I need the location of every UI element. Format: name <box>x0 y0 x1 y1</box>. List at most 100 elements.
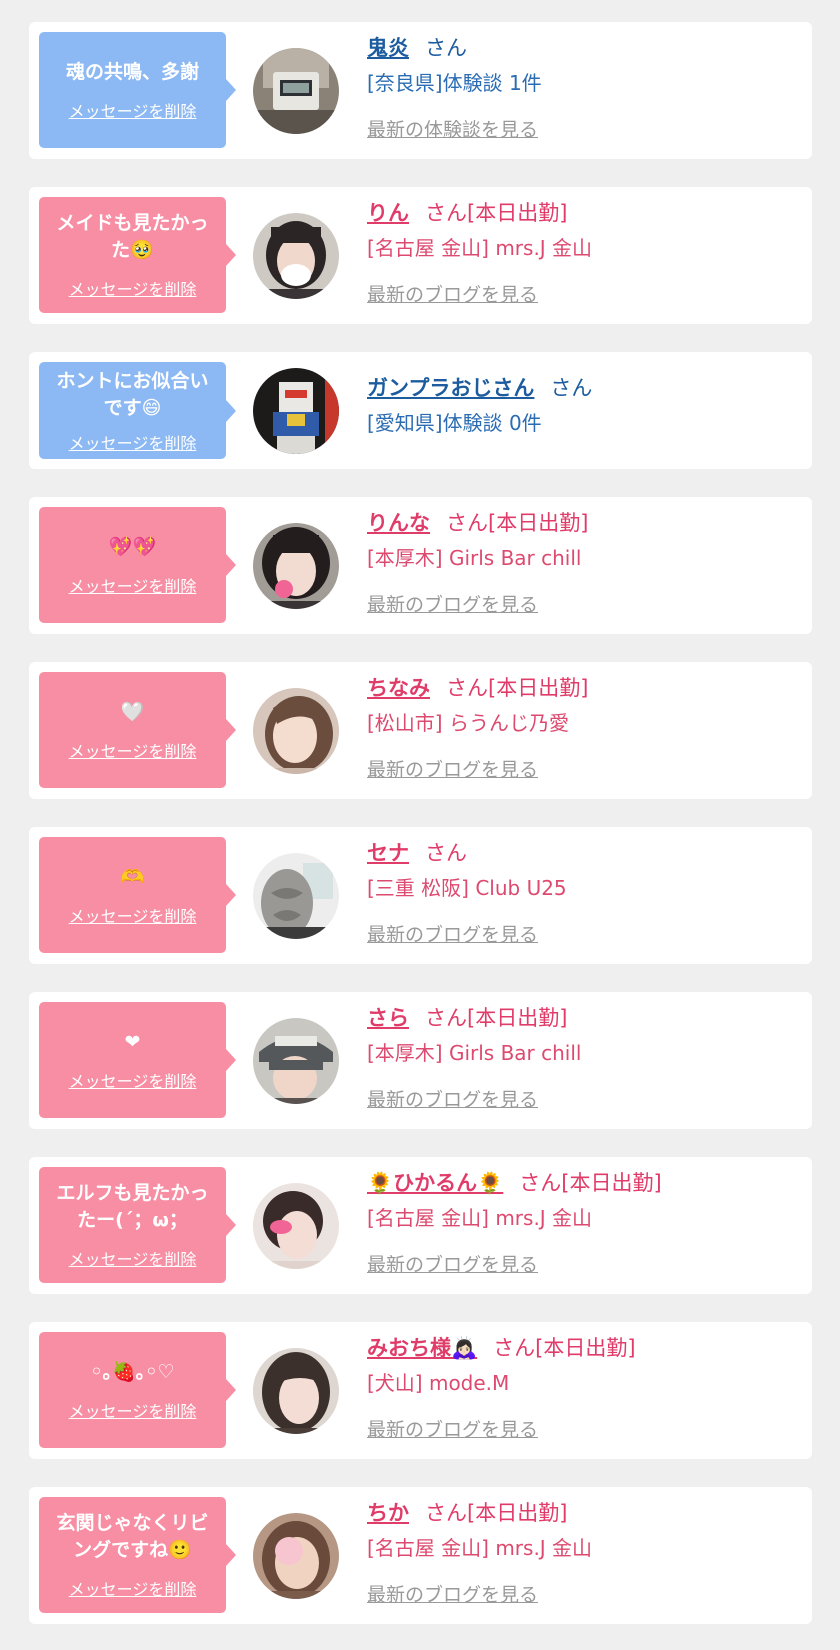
location-text: [本厚木] Girls Bar chill <box>367 1041 582 1065</box>
message-card: ◦｡🍓｡◦♡ メッセージを削除 みおち様🙇🏻‍♀️ さん[本日出勤] [犬山] m… <box>29 1322 812 1459</box>
avatar[interactable] <box>253 368 339 454</box>
user-info: ちなみ さん[本日出勤] [松山市] らうんじ乃愛 最新のブログを見る <box>367 674 802 781</box>
message-card: エルフも見たかったー(´；ω； メッセージを削除 🌻ひかるん🌻 さん[本日出勤] … <box>29 1157 812 1294</box>
message-bubble: エルフも見たかったー(´；ω； メッセージを削除 <box>39 1167 236 1283</box>
message-card: 💖💖 メッセージを削除 りんな さん[本日出勤] [本厚木] Girls Bar … <box>29 497 812 634</box>
delete-message-link[interactable]: メッセージを削除 <box>69 276 197 300</box>
user-info: セナ さん [三重 松阪] Club U25 最新のブログを見る <box>367 839 802 946</box>
delete-message-link[interactable]: メッセージを削除 <box>69 738 197 762</box>
location-text: [奈良県]体験談 1件 <box>367 71 542 95</box>
user-name-link[interactable]: 鬼炎 <box>367 36 409 60</box>
message-card: メイドも見たかった🥹 メッセージを削除 りん さん[本日出勤] [名古屋 金山] … <box>29 187 812 324</box>
message-card: 魂の共鳴、多謝 メッセージを削除 鬼炎 さん [奈良県]体験談 1件 最新の体験談… <box>29 22 812 159</box>
user-name-link[interactable]: ガンプラおじさん <box>367 376 534 400</box>
user-info: 🌻ひかるん🌻 さん[本日出勤] [名古屋 金山] mrs.J 金山 最新のブログを… <box>367 1169 802 1276</box>
message-card: 🤍 メッセージを削除 ちなみ さん[本日出勤] [松山市] らうんじ乃愛 最新のブ… <box>29 662 812 799</box>
user-info: さら さん[本日出勤] [本厚木] Girls Bar chill 最新のブログを… <box>367 1004 802 1111</box>
avatar[interactable] <box>253 1183 339 1269</box>
latest-post-link[interactable]: 最新のブログを見る <box>367 590 538 617</box>
delete-message-link[interactable]: メッセージを削除 <box>69 430 197 454</box>
message-text: ❤ <box>124 1030 141 1053</box>
honorific-text: さん[本日出勤] <box>425 1501 568 1525</box>
user-name-link[interactable]: みおち様🙇🏻‍♀️ <box>367 1336 477 1360</box>
user-info: みおち様🙇🏻‍♀️ さん[本日出勤] [犬山] mode.M 最新のブログを見る <box>367 1334 802 1441</box>
delete-message-link[interactable]: メッセージを削除 <box>69 1068 197 1092</box>
delete-message-link[interactable]: メッセージを削除 <box>69 1398 197 1422</box>
message-bubble: 💖💖 メッセージを削除 <box>39 507 236 623</box>
message-bubble: 玄関じゃなくリビングですね🙂 メッセージを削除 <box>39 1497 236 1613</box>
location-text: [犬山] mode.M <box>367 1371 510 1395</box>
location-text: [三重 松阪] Club U25 <box>367 876 567 900</box>
user-name-link[interactable]: さら <box>367 1006 409 1030</box>
avatar[interactable] <box>253 523 339 609</box>
location-text: [名古屋 金山] mrs.J 金山 <box>367 1206 593 1230</box>
user-info: ちか さん[本日出勤] [名古屋 金山] mrs.J 金山 最新のブログを見る <box>367 1499 802 1606</box>
message-text: ホントにお似合いです😄 <box>56 369 209 419</box>
message-text: 魂の共鳴、多謝 <box>65 60 199 83</box>
user-name-link[interactable]: りんな <box>367 511 430 535</box>
message-card: 玄関じゃなくリビングですね🙂 メッセージを削除 ちか さん[本日出勤] [名古屋 … <box>29 1487 812 1624</box>
location-text: [名古屋 金山] mrs.J 金山 <box>367 1536 593 1560</box>
user-name-link[interactable]: ちなみ <box>367 676 430 700</box>
avatar[interactable] <box>253 853 339 939</box>
honorific-text: さん[本日出勤] <box>446 676 589 700</box>
delete-message-link[interactable]: メッセージを削除 <box>69 98 197 122</box>
message-card: 🫶 メッセージを削除 セナ さん [三重 松阪] Club U25 最新のブログを… <box>29 827 812 964</box>
latest-post-link[interactable]: 最新のブログを見る <box>367 920 538 947</box>
latest-post-link[interactable]: 最新のブログを見る <box>367 1250 538 1277</box>
honorific-text: さん[本日出勤] <box>446 511 589 535</box>
avatar[interactable] <box>253 48 339 134</box>
honorific-text: さん <box>425 841 467 865</box>
user-info: ガンプラおじさん さん [愛知県]体験談 0件 <box>367 374 802 437</box>
latest-post-link[interactable]: 最新の体験談を見る <box>367 115 538 142</box>
message-bubble: 🫶 メッセージを削除 <box>39 837 236 953</box>
message-bubble: 🤍 メッセージを削除 <box>39 672 236 788</box>
location-text: [名古屋 金山] mrs.J 金山 <box>367 236 593 260</box>
message-card: ホントにお似合いです😄 メッセージを削除 ガンプラおじさん さん [愛知県]体験談… <box>29 352 812 469</box>
message-card: ❤ メッセージを削除 さら さん[本日出勤] [本厚木] Girls Bar ch… <box>29 992 812 1129</box>
honorific-text: さん <box>425 36 467 60</box>
location-text: [松山市] らうんじ乃愛 <box>367 711 569 735</box>
location-text: [本厚木] Girls Bar chill <box>367 546 582 570</box>
message-text: ◦｡🍓｡◦♡ <box>90 1360 175 1383</box>
message-text: 💖💖 <box>108 535 157 558</box>
latest-post-link[interactable]: 最新のブログを見る <box>367 755 538 782</box>
latest-post-link[interactable]: 最新のブログを見る <box>367 1415 538 1442</box>
avatar[interactable] <box>253 1513 339 1599</box>
message-bubble: ホントにお似合いです😄 メッセージを削除 <box>39 362 236 459</box>
honorific-text: さん[本日出勤] <box>425 1006 568 1030</box>
avatar[interactable] <box>253 1018 339 1104</box>
message-text: 玄関じゃなくリビングですね🙂 <box>56 1512 209 1561</box>
message-bubble: ❤ メッセージを削除 <box>39 1002 236 1118</box>
delete-message-link[interactable]: メッセージを削除 <box>69 1246 197 1270</box>
honorific-text: さん[本日出勤] <box>519 1171 662 1195</box>
honorific-text: さん[本日出勤] <box>493 1336 636 1360</box>
user-name-link[interactable]: セナ <box>367 841 409 865</box>
message-bubble: 魂の共鳴、多謝 メッセージを削除 <box>39 32 236 148</box>
avatar[interactable] <box>253 688 339 774</box>
user-info: りんな さん[本日出勤] [本厚木] Girls Bar chill 最新のブログ… <box>367 509 802 616</box>
honorific-text: さん[本日出勤] <box>425 201 568 225</box>
message-text: エルフも見たかったー(´；ω； <box>56 1182 209 1231</box>
user-name-link[interactable]: ちか <box>367 1501 409 1525</box>
delete-message-link[interactable]: メッセージを削除 <box>69 573 197 597</box>
message-bubble: メイドも見たかった🥹 メッセージを削除 <box>39 197 236 313</box>
message-text: 🤍 <box>120 700 145 723</box>
latest-post-link[interactable]: 最新のブログを見る <box>367 1580 538 1607</box>
avatar[interactable] <box>253 1348 339 1434</box>
latest-post-link[interactable]: 最新のブログを見る <box>367 280 538 307</box>
user-name-link[interactable]: りん <box>367 201 409 225</box>
user-name-link[interactable]: 🌻ひかるん🌻 <box>367 1171 503 1195</box>
honorific-text: さん <box>550 376 593 400</box>
user-info: 鬼炎 さん [奈良県]体験談 1件 最新の体験談を見る <box>367 34 802 141</box>
message-text: 🫶 <box>120 865 145 888</box>
message-text: メイドも見たかった🥹 <box>56 212 209 261</box>
message-list: 魂の共鳴、多謝 メッセージを削除 鬼炎 さん [奈良県]体験談 1件 最新の体験談… <box>0 0 840 1650</box>
delete-message-link[interactable]: メッセージを削除 <box>69 903 197 927</box>
delete-message-link[interactable]: メッセージを削除 <box>69 1576 197 1600</box>
message-bubble: ◦｡🍓｡◦♡ メッセージを削除 <box>39 1332 236 1448</box>
location-text: [愛知県]体験談 0件 <box>367 411 542 435</box>
avatar[interactable] <box>253 213 339 299</box>
user-info: りん さん[本日出勤] [名古屋 金山] mrs.J 金山 最新のブログを見る <box>367 199 802 306</box>
latest-post-link[interactable]: 最新のブログを見る <box>367 1085 538 1112</box>
